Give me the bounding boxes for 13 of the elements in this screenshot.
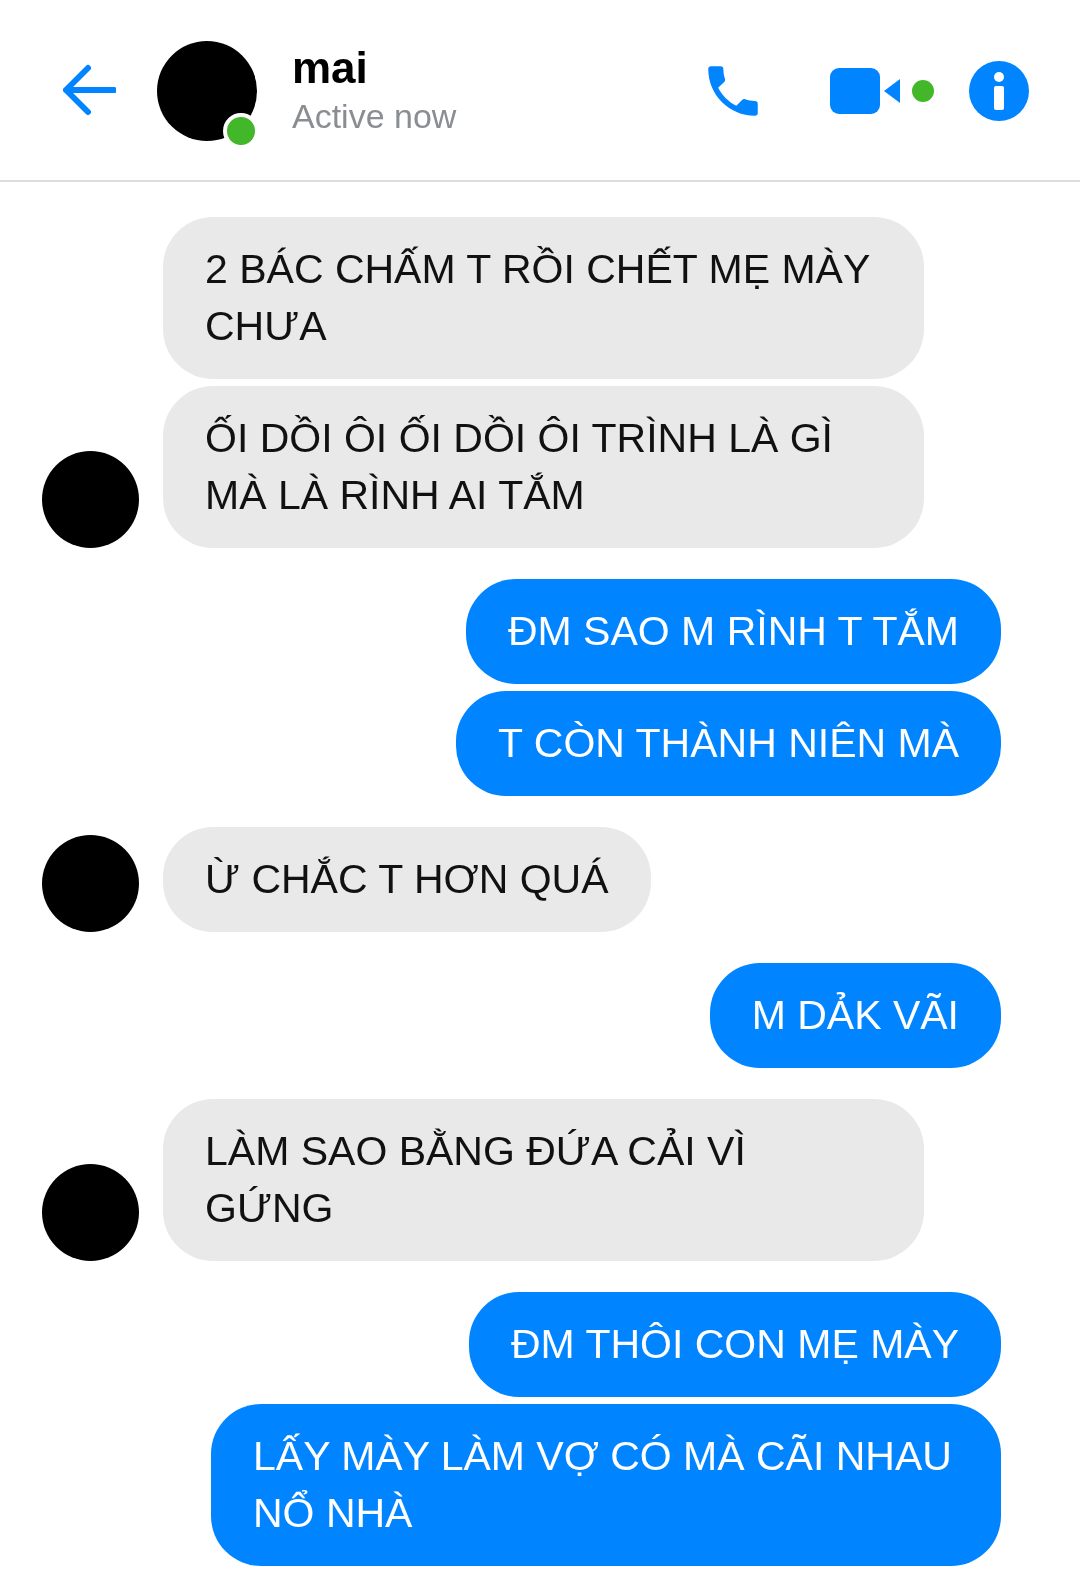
received-message: 2 BÁC CHẤM T RỒI CHẾT MẸ MÀY CHƯA — [163, 217, 924, 379]
back-icon[interactable] — [60, 62, 116, 118]
sent-message: LẤY MÀY LÀM VỢ CÓ MÀ CÃI NHAU NỔ NHÀ — [211, 1404, 1001, 1566]
contact-name: mai — [292, 42, 369, 94]
sent-message: ĐM SAO M RÌNH T TẮM — [465, 579, 1001, 684]
sent-message: M DẢK VÃI — [709, 963, 1001, 1068]
info-icon[interactable] — [968, 60, 1030, 122]
received-message: ỐI DỒI ÔI ỐI DỒI ÔI TRÌNH LÀ GÌ MÀ LÀ RÌNH AI TẮM — [163, 386, 924, 548]
received-message: LÀM SAO BẰNG ĐỨA CẢI VÌ GỨNG — [163, 1099, 924, 1261]
sent-message: T CÒN THÀNH NIÊN MÀ — [456, 691, 1001, 796]
sent-message: ĐM THÔI CON MẸ MÀY — [469, 1292, 1001, 1397]
active-status: Active now — [292, 96, 457, 137]
received-message: Ừ CHẮC T HƠN QUÁ — [163, 827, 651, 932]
